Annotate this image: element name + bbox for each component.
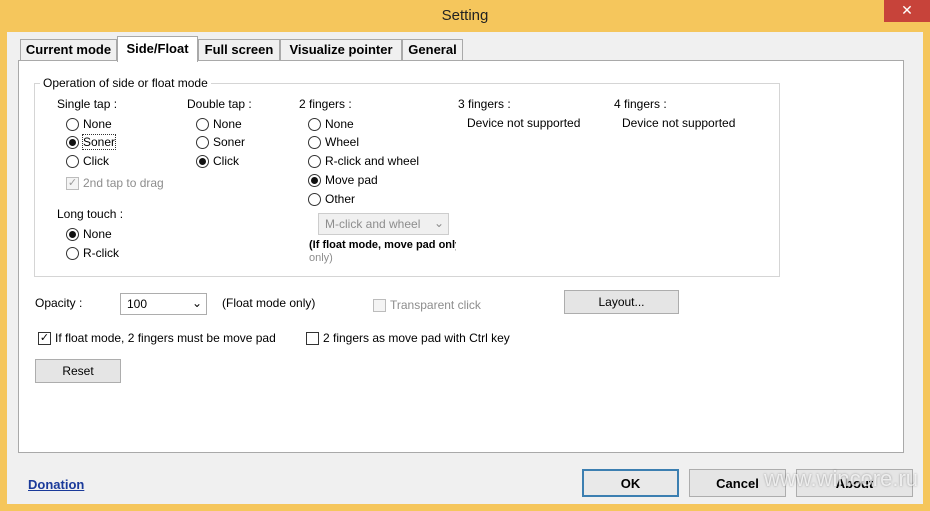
two-fingers-none-radio[interactable]: None <box>308 116 354 132</box>
double-tap-click-radio[interactable]: Click <box>196 153 239 169</box>
double-tap-label: Double tap : <box>187 97 252 111</box>
second-tap-drag-checkbox[interactable]: ✓ 2nd tap to drag <box>66 175 164 191</box>
double-tap-none-radio[interactable]: None <box>196 116 242 132</box>
tab-full-screen[interactable]: Full screen <box>198 39 280 61</box>
two-fingers-rclick-wheel-radio[interactable]: R-click and wheel <box>308 153 419 169</box>
two-fingers-other-radio[interactable]: Other <box>308 191 355 207</box>
ctrl-move-pad-checkbox[interactable]: 2 fingers as move pad with Ctrl key <box>306 330 510 346</box>
two-fingers-move-pad-radio[interactable]: Move pad <box>308 172 378 188</box>
float-mode-only-note: (Float mode only) <box>222 296 316 310</box>
three-fingers-status: Device not supported <box>467 116 581 130</box>
ok-button[interactable]: OK <box>582 469 679 497</box>
three-fingers-label: 3 fingers : <box>458 97 511 111</box>
float-mode-note: (If float mode, move pad only <box>309 239 456 251</box>
float-mode-note-overflow: only) <box>309 252 333 264</box>
single-tap-none-radio[interactable]: None <box>66 116 112 132</box>
other-action-select[interactable]: M-click and wheel ⌄ <box>318 213 449 235</box>
close-button[interactable]: ✕ <box>884 0 930 22</box>
window-title: Setting <box>441 7 489 24</box>
two-fingers-wheel-radio[interactable]: Wheel <box>308 134 359 150</box>
four-fingers-status: Device not supported <box>622 116 736 130</box>
long-touch-label: Long touch : <box>57 207 124 221</box>
chevron-down-icon: ⌄ <box>191 296 202 310</box>
four-fingers-label: 4 fingers : <box>614 97 667 111</box>
single-tap-label: Single tap : <box>57 97 118 111</box>
chevron-down-icon: ⌄ <box>433 216 444 230</box>
reset-button[interactable]: Reset <box>35 359 121 383</box>
long-touch-none-radio[interactable]: None <box>66 226 112 242</box>
opacity-label: Opacity : <box>35 296 83 310</box>
donation-link[interactable]: Donation <box>28 477 84 492</box>
layout-button[interactable]: Layout... <box>564 290 679 314</box>
single-tap-click-radio[interactable]: Click <box>66 153 109 169</box>
tab-current-mode[interactable]: Current mode <box>20 39 117 61</box>
float-move-pad-checkbox[interactable]: ✓ If float mode, 2 fingers must be move p… <box>38 330 276 346</box>
single-tap-soner-radio[interactable]: Soner <box>66 134 117 150</box>
double-tap-soner-radio[interactable]: Soner <box>196 134 245 150</box>
two-fingers-label: 2 fingers : <box>299 97 352 111</box>
groupbox-title: Operation of side or float mode <box>40 76 211 90</box>
tab-general[interactable]: General <box>402 39 463 61</box>
transparent-click-checkbox[interactable]: Transparent click <box>373 297 481 313</box>
opacity-select[interactable]: 100 ⌄ <box>120 293 207 315</box>
tab-visualize-pointer[interactable]: Visualize pointer <box>280 39 402 61</box>
long-touch-rclick-radio[interactable]: R-click <box>66 245 119 261</box>
watermark: www.wincore.ru <box>764 466 919 491</box>
tab-side-float[interactable]: Side/Float <box>117 36 198 62</box>
